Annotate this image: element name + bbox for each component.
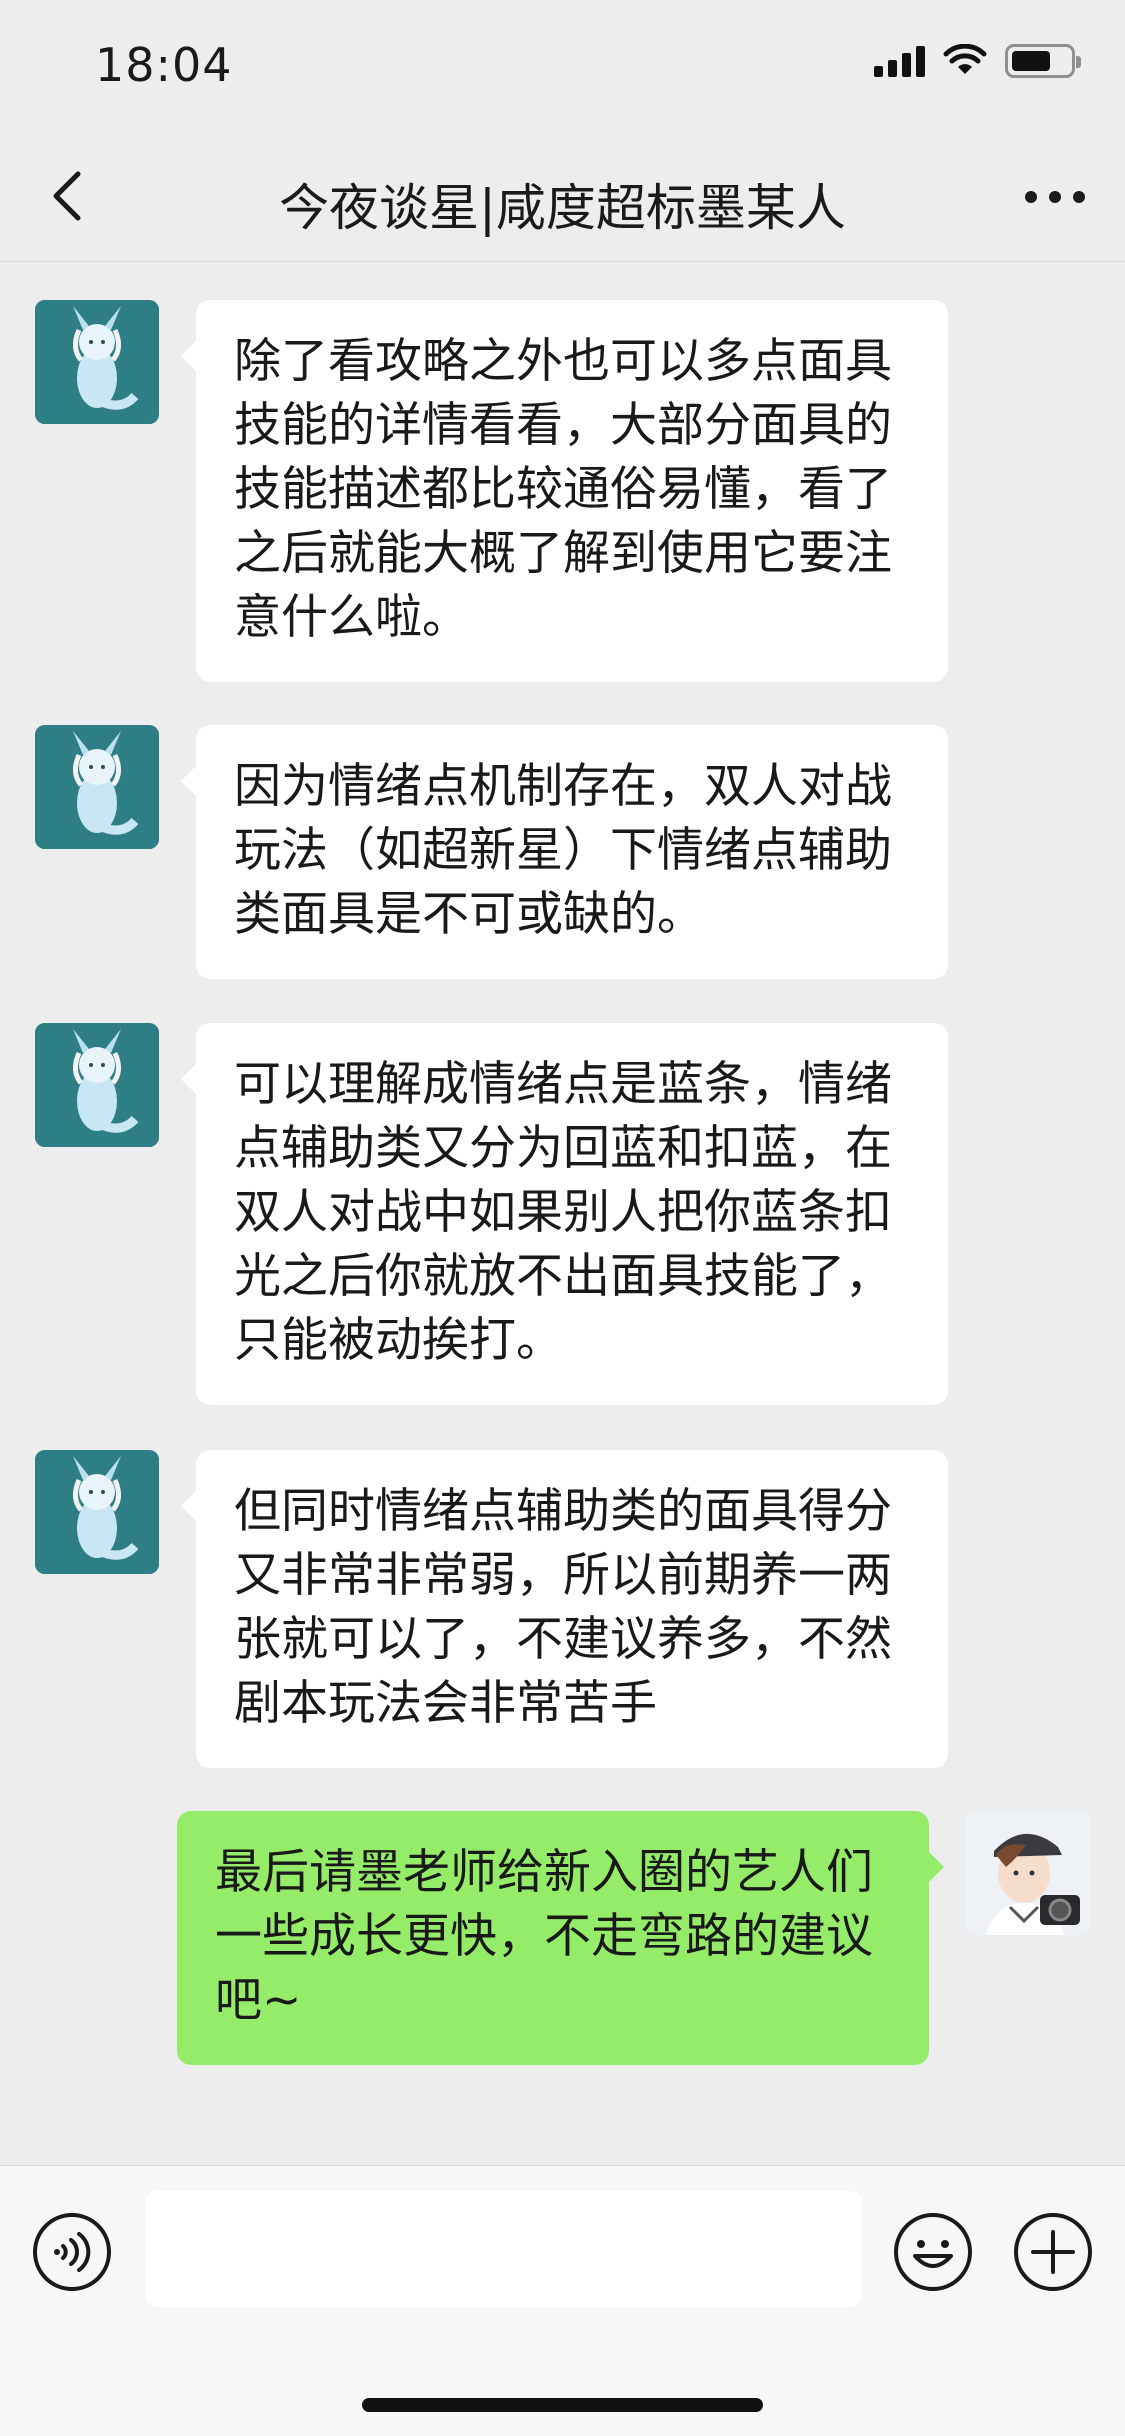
incoming-message-bubble[interactable]: 但同时情绪点辅助类的面具得分又非常非常弱，所以前期养一两张就可以了，不建议养多，…	[181, 1450, 948, 1768]
message-list[interactable]: 除了看攻略之外也可以多点面具技能的详情看看，大部分面具的技能描述都比较通俗易懂，…	[0, 263, 1125, 2163]
emoji-icon[interactable]	[893, 2212, 973, 2292]
input-bar	[0, 2165, 1125, 2436]
ice-fox-avatar[interactable]	[35, 1450, 159, 1574]
status-bar: 18:04	[0, 0, 1125, 132]
ice-fox-avatar[interactable]	[35, 300, 159, 424]
battery-icon	[1005, 44, 1081, 78]
cellular-signal-icon	[874, 45, 925, 77]
wifi-icon	[943, 44, 987, 74]
ice-fox-avatar[interactable]	[35, 725, 159, 849]
chat-screen: 18:04 今夜谈星|咸度超标墨某人 除了看攻略之外也可以多点面具技能的详情看看…	[0, 0, 1125, 2436]
incoming-message-bubble[interactable]: 可以理解成情绪点是蓝条，情绪点辅助类又分为回蓝和扣蓝，在双人对战中如果别人把你蓝…	[181, 1023, 948, 1405]
back-arrow-icon[interactable]	[40, 166, 100, 226]
chat-title: 今夜谈星|咸度超标墨某人	[279, 179, 846, 237]
more-functions-plus-icon[interactable]	[1013, 2212, 1093, 2292]
ice-fox-avatar[interactable]	[35, 1023, 159, 1147]
outgoing-message-bubble[interactable]: 最后请墨老师给新入圈的艺人们一些成长更快，不走弯路的建议吧~	[177, 1811, 944, 2065]
more-options-icon[interactable]	[1023, 182, 1087, 212]
incoming-message-bubble[interactable]: 因为情绪点机制存在，双人对战玩法（如超新星）下情绪点辅助类面具是不可或缺的。	[181, 725, 948, 979]
nav-bar: 今夜谈星|咸度超标墨某人	[0, 132, 1125, 262]
voice-input-icon[interactable]	[32, 2212, 112, 2292]
message-input[interactable]	[145, 2191, 862, 2307]
photographer-avatar[interactable]	[966, 1811, 1090, 1935]
home-indicator[interactable]	[362, 2398, 763, 2412]
status-time: 18:04	[95, 38, 233, 92]
status-icons	[874, 44, 1081, 78]
incoming-message-bubble[interactable]: 除了看攻略之外也可以多点面具技能的详情看看，大部分面具的技能描述都比较通俗易懂，…	[181, 300, 948, 682]
